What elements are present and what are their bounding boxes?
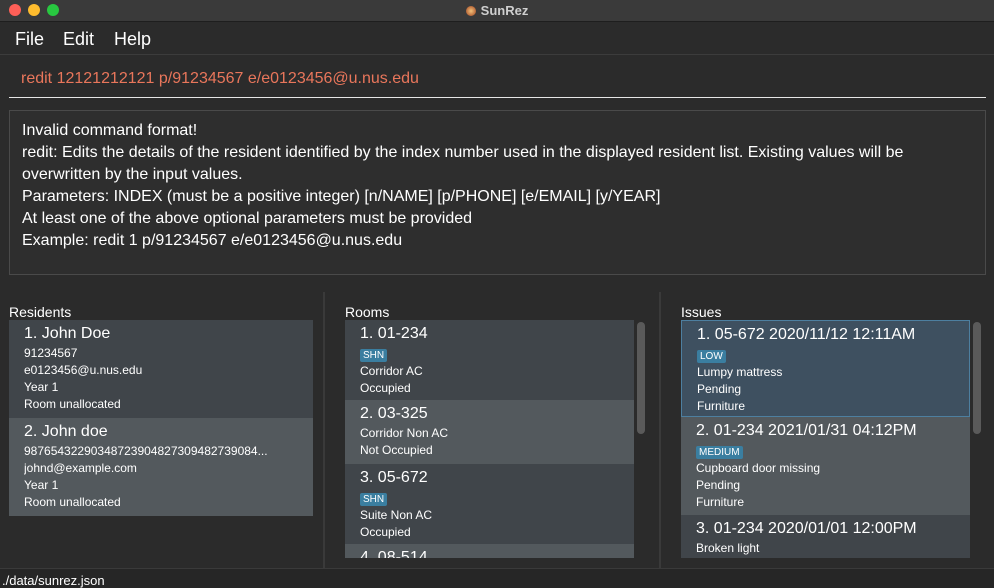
resident-phone: 91234567 xyxy=(24,346,78,360)
resident-year: Year 1 xyxy=(24,380,59,394)
status-bar: ./data/sunrez.json xyxy=(0,568,994,588)
room-status: Not Occupied xyxy=(360,443,433,457)
issue-severity-tag: LOW xyxy=(697,350,726,363)
room-card[interactable]: 2. 03-325 Corridor Non AC Not Occupied xyxy=(345,400,634,464)
resident-year: Year 1 xyxy=(24,478,59,492)
issue-category: Furniture xyxy=(697,399,746,413)
rooms-title: Rooms xyxy=(345,304,390,320)
menu-file[interactable]: File xyxy=(15,29,44,50)
resident-name: 2. John doe xyxy=(24,423,108,440)
result-display: Invalid command format! redit: Edits the… xyxy=(9,110,986,275)
room-number: 2. 03-325 xyxy=(360,405,428,422)
resident-room: Room unallocated xyxy=(24,495,121,509)
title-bar: SunRez xyxy=(0,0,994,22)
menu-help[interactable]: Help xyxy=(114,29,151,50)
issues-scroll-thumb[interactable] xyxy=(973,322,981,434)
issues-list: 1. 05-672 2020/11/12 12:11AM LOW Lumpy m… xyxy=(681,320,970,558)
issue-status: Pending xyxy=(697,382,742,396)
panel-divider[interactable] xyxy=(659,292,661,568)
room-tag-row: SHN xyxy=(360,345,634,363)
command-input[interactable]: redit 12121212121 p/91234567 e/e0123456@… xyxy=(9,62,986,98)
issue-heading: 1. 05-672 2020/11/12 12:11AM xyxy=(697,326,916,343)
room-status: Occupied xyxy=(360,381,411,395)
room-number: 4. 08-514 xyxy=(360,549,428,558)
issue-tag-row: MEDIUM xyxy=(696,442,970,460)
resident-email: johnd@example.com xyxy=(24,461,137,475)
room-tag: SHN xyxy=(360,349,388,362)
issue-card[interactable]: 3. 01-234 2020/01/01 12:00PM Broken ligh… xyxy=(681,515,970,558)
window-title-wrap: SunRez xyxy=(0,3,994,18)
resident-card[interactable]: 1. John Doe 91234567 e0123456@u.nus.edu … xyxy=(9,320,313,418)
room-card[interactable]: 1. 01-234 SHN Corridor AC Occupied xyxy=(345,320,634,400)
issue-card[interactable]: 2. 01-234 2021/01/31 04:12PM MEDIUM Cupb… xyxy=(681,417,970,515)
issues-title: Issues xyxy=(681,304,722,320)
menu-edit[interactable]: Edit xyxy=(63,29,94,50)
resident-name: 1. John Doe xyxy=(24,325,111,342)
issue-tag-row: LOW xyxy=(697,346,969,364)
room-type: Suite Non AC xyxy=(360,508,433,522)
result-line: overwritten by the input values. xyxy=(22,166,243,183)
rooms-scroll-thumb[interactable] xyxy=(637,322,645,434)
menu-bar: File Edit Help xyxy=(0,22,994,55)
result-line: Example: redit 1 p/91234567 e/e0123456@u… xyxy=(22,232,403,249)
issues-panel: Issues 1. 05-672 2020/11/12 12:11AM LOW … xyxy=(681,292,986,568)
room-type: Corridor Non AC xyxy=(360,426,449,440)
room-tag: SHN xyxy=(360,493,388,506)
resident-phone: 98765432290348723904827309482739084... xyxy=(24,444,268,458)
result-line: redit: Edits the details of the resident… xyxy=(22,144,904,161)
resident-email: e0123456@u.nus.edu xyxy=(24,363,143,377)
command-text: redit 12121212121 p/91234567 e/e0123456@… xyxy=(21,70,419,87)
residents-panel: Residents 1. John Doe 91234567 e0123456@… xyxy=(9,292,316,568)
issue-description: Lumpy mattress xyxy=(697,365,783,379)
rooms-scrollbar[interactable] xyxy=(636,320,646,558)
room-tag-row: SHN xyxy=(360,489,634,507)
result-line: At least one of the above optional param… xyxy=(22,210,473,227)
residents-list: 1. John Doe 91234567 e0123456@u.nus.edu … xyxy=(9,320,313,516)
room-number: 1. 01-234 xyxy=(360,325,428,342)
result-line: Parameters: INDEX (must be a positive in… xyxy=(22,188,661,205)
issues-scrollbar[interactable] xyxy=(972,320,982,558)
window-title: SunRez xyxy=(480,3,529,18)
room-status: Occupied xyxy=(360,525,411,539)
issue-description: Cupboard door missing xyxy=(696,461,821,475)
room-number: 3. 05-672 xyxy=(360,469,428,486)
issue-heading: 3. 01-234 2020/01/01 12:00PM xyxy=(696,520,917,537)
data-file-path: ./data/sunrez.json xyxy=(2,573,105,588)
issue-card[interactable]: 1. 05-672 2020/11/12 12:11AM LOW Lumpy m… xyxy=(681,320,970,417)
rooms-list: 1. 01-234 SHN Corridor AC Occupied 2. 03… xyxy=(345,320,634,558)
resident-room: Room unallocated xyxy=(24,397,121,411)
residents-title: Residents xyxy=(9,304,72,320)
panel-divider[interactable] xyxy=(323,292,325,568)
room-card[interactable]: 4. 08-514 xyxy=(345,544,634,558)
issue-heading: 2. 01-234 2021/01/31 04:12PM xyxy=(696,422,917,439)
issue-category: Furniture xyxy=(696,495,745,509)
rooms-panel: Rooms 1. 01-234 SHN Corridor AC Occupied… xyxy=(345,292,651,568)
resident-card[interactable]: 2. John doe 9876543229034872390482730948… xyxy=(9,418,313,516)
sun-icon xyxy=(465,6,476,16)
issue-severity-tag: MEDIUM xyxy=(696,446,743,459)
issue-status: Pending xyxy=(696,478,741,492)
room-card[interactable]: 3. 05-672 SHN Suite Non AC Occupied xyxy=(345,464,634,544)
result-line: Invalid command format! xyxy=(22,122,198,139)
room-type: Corridor AC xyxy=(360,364,423,378)
issue-description: Broken light xyxy=(696,541,760,555)
